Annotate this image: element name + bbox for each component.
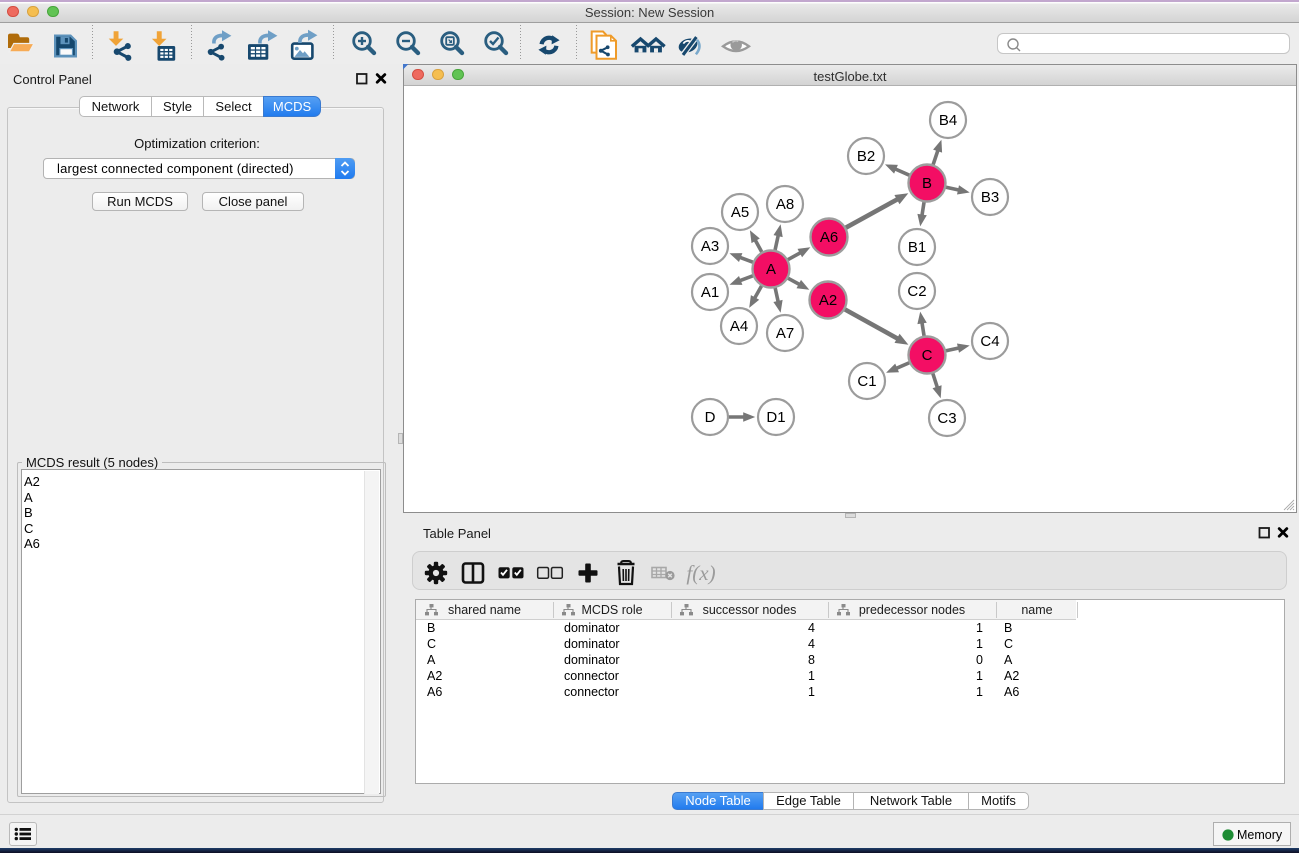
svg-text:D: D xyxy=(705,409,716,426)
svg-text:f(x): f(x) xyxy=(686,561,715,585)
svg-text:A: A xyxy=(766,261,776,278)
svg-text:B3: B3 xyxy=(981,189,999,206)
svg-text:A7: A7 xyxy=(776,325,794,342)
svg-text:C3: C3 xyxy=(937,410,956,427)
svg-text:A8: A8 xyxy=(776,196,794,213)
svg-text:A6: A6 xyxy=(820,229,838,246)
svg-text:A4: A4 xyxy=(730,318,748,335)
svg-text:C4: C4 xyxy=(980,333,999,350)
svg-text:B4: B4 xyxy=(939,112,957,129)
svg-text:A1: A1 xyxy=(701,284,719,301)
svg-text:B1: B1 xyxy=(908,239,926,256)
svg-text:A2: A2 xyxy=(819,292,837,309)
svg-text:A3: A3 xyxy=(701,238,719,255)
svg-text:B: B xyxy=(922,175,932,192)
svg-text:C2: C2 xyxy=(907,283,926,300)
svg-text:C: C xyxy=(922,347,933,364)
svg-text:C1: C1 xyxy=(857,373,876,390)
svg-text:B2: B2 xyxy=(857,148,875,165)
svg-text:D1: D1 xyxy=(766,409,785,426)
svg-text:A5: A5 xyxy=(731,204,749,221)
